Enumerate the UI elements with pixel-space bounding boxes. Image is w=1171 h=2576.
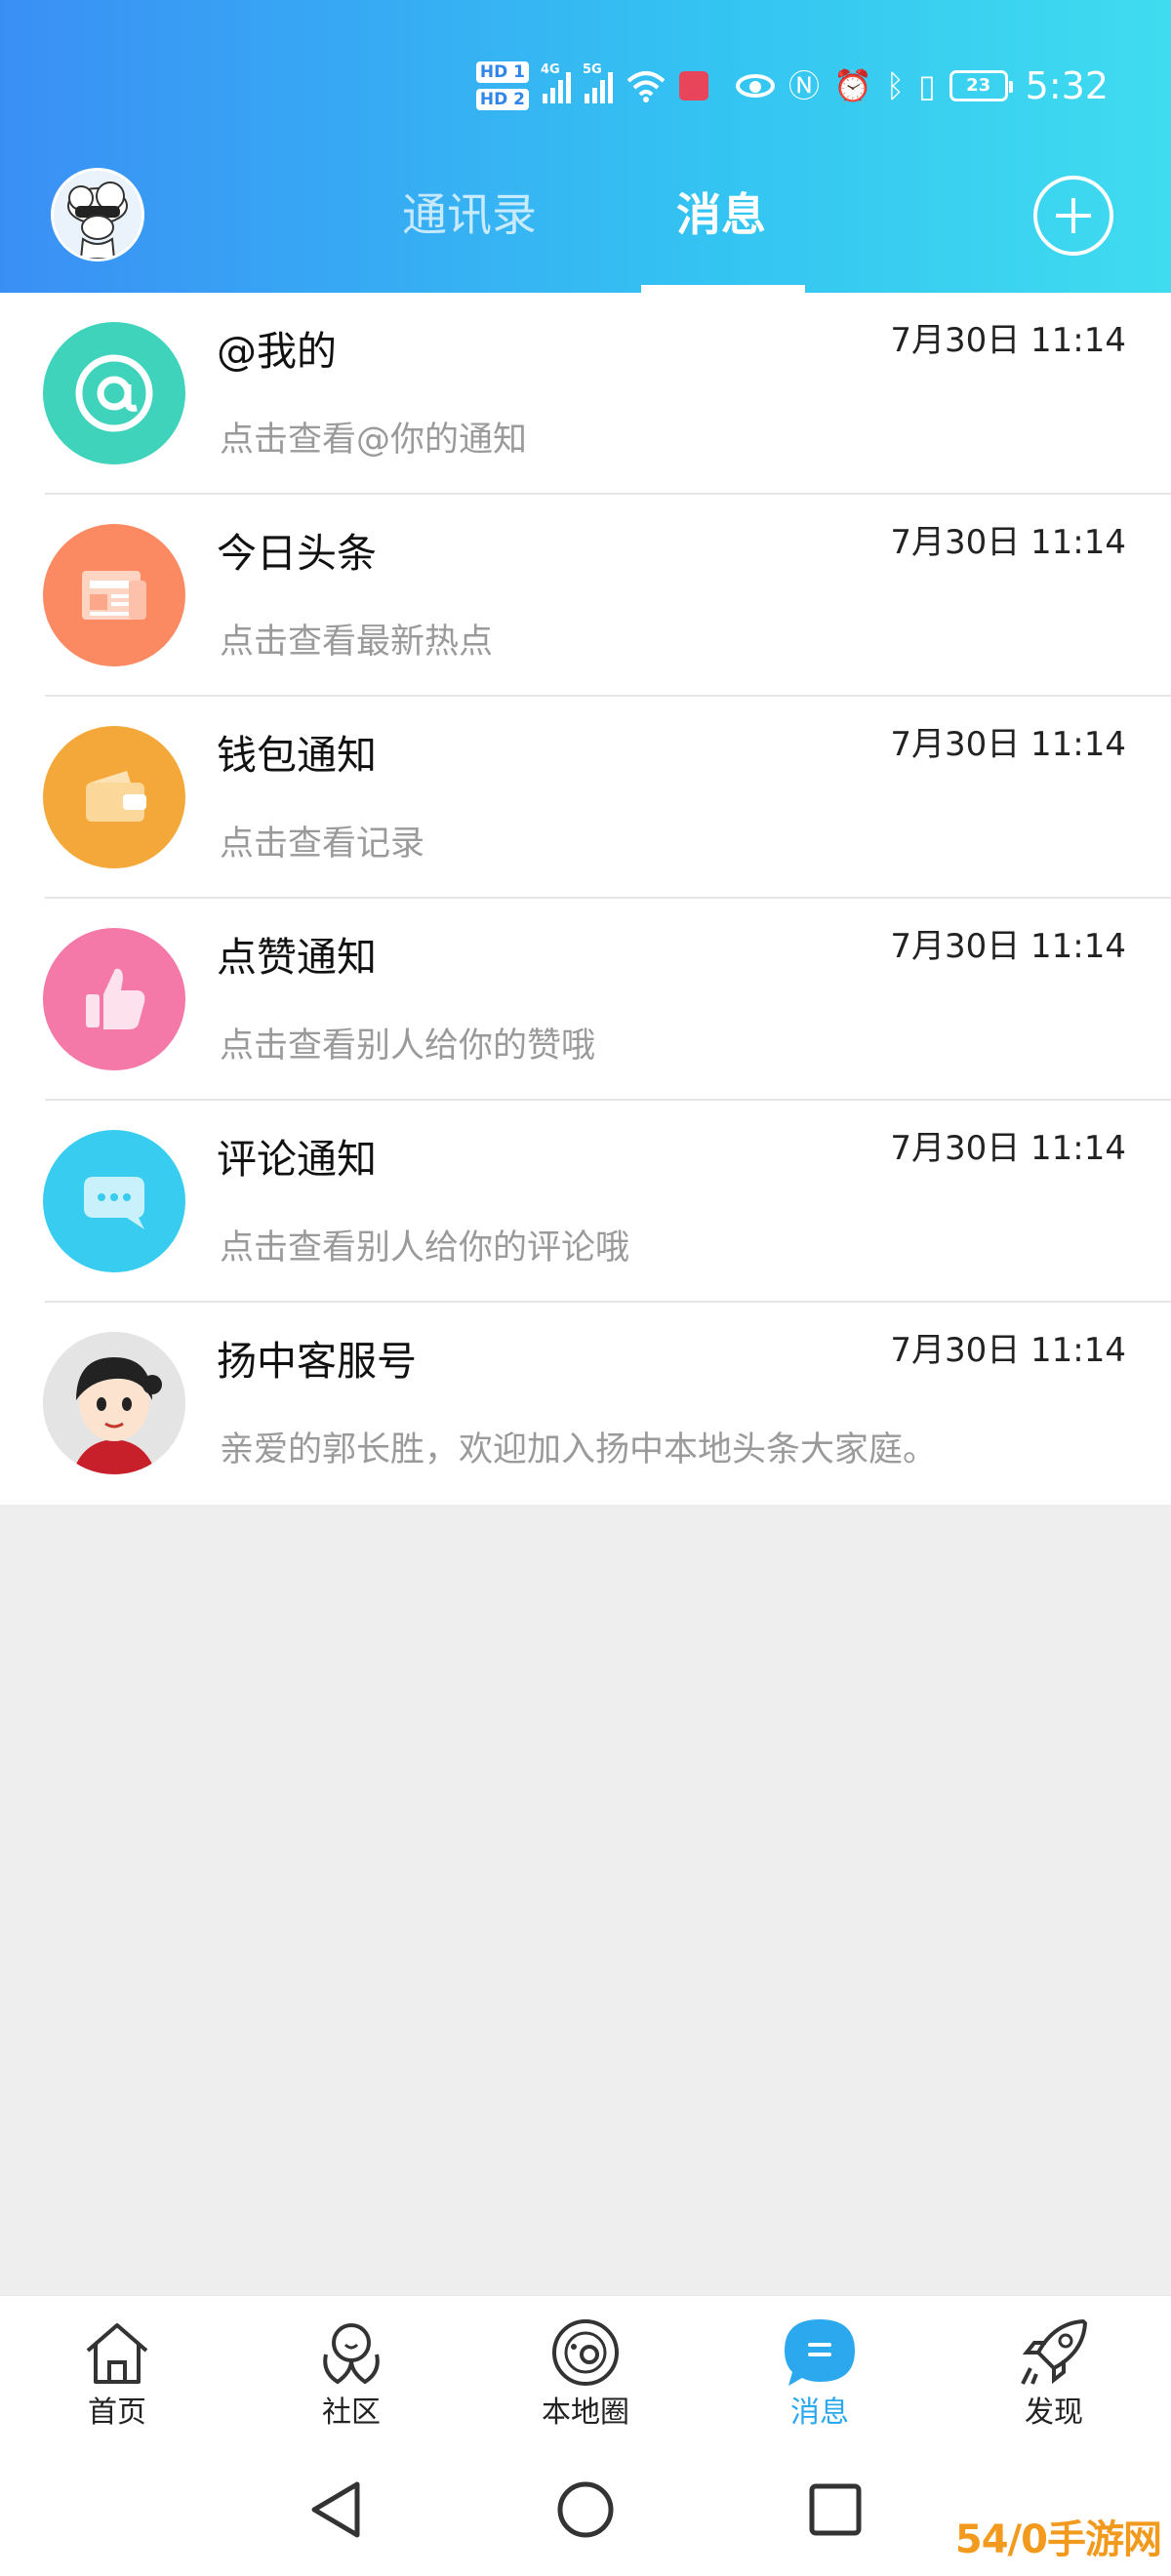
network-type-1: 4G xyxy=(540,62,560,77)
nav-item-messages[interactable]: 消息 xyxy=(751,2314,888,2440)
alarm-icon: ⏰ xyxy=(833,67,872,104)
customer-service-avatar xyxy=(43,1332,185,1474)
message-row-comments[interactable]: 评论通知 7月30日 11:14 点击查看别人给你的评论哦 xyxy=(0,1101,1171,1303)
message-row-likes[interactable]: 点赞通知 7月30日 11:14 点击查看别人给你的赞哦 xyxy=(0,899,1171,1101)
app-header: HD 1 HD 2 4G 5G Ⓝ ⏰ ᛒ ▯ 23 5:32 通讯录 消息 xyxy=(0,0,1171,293)
nav-label: 社区 xyxy=(322,2395,381,2430)
message-list: @我的 7月30日 11:14 点击查看@你的通知 今日头条 7月30日 11:… xyxy=(0,293,1171,1505)
home-icon xyxy=(86,2323,148,2384)
nav-item-local-circle[interactable]: 本地圈 xyxy=(517,2314,654,2440)
message-subtitle: 点击查看别人给你的赞哦 xyxy=(220,1026,596,1066)
message-subtitle: 点击查看@你的通知 xyxy=(220,421,528,460)
message-subtitle: 点击查看最新热点 xyxy=(220,623,494,662)
nav-label: 消息 xyxy=(790,2395,849,2430)
message-subtitle: 点击查看别人给你的评论哦 xyxy=(220,1228,630,1268)
book-app-icon xyxy=(678,71,708,101)
bluetooth-icon: ᛒ xyxy=(885,67,906,104)
bottom-nav: 首页 社区 本地圈 消息 发现 xyxy=(0,2295,1171,2444)
signal-icon-2: 5G xyxy=(583,62,613,103)
user-avatar[interactable] xyxy=(51,168,144,262)
message-row-customer-service[interactable]: 扬中客服号 7月30日 11:14 亲爱的郭长胜，欢迎加入扬中本地头条大家庭。 xyxy=(0,1303,1171,1505)
nfc-icon: Ⓝ xyxy=(787,67,820,104)
wallet-icon xyxy=(43,726,185,868)
recents-icon[interactable] xyxy=(808,2482,863,2537)
message-title: @我的 xyxy=(217,328,337,375)
message-title: 钱包通知 xyxy=(217,732,377,779)
battery-icon: 23 xyxy=(949,70,1013,101)
rocket-icon xyxy=(1021,2319,1087,2385)
message-row-wallet[interactable]: 钱包通知 7月30日 11:14 点击查看记录 xyxy=(0,697,1171,899)
message-time: 7月30日 11:14 xyxy=(890,1129,1126,1168)
nav-label: 首页 xyxy=(88,2395,146,2430)
message-icon xyxy=(785,2319,855,2386)
message-row-mentions[interactable]: @我的 7月30日 11:14 点击查看@你的通知 xyxy=(0,293,1171,495)
tab-messages[interactable]: 消息 xyxy=(676,185,766,244)
status-bar: HD 1 HD 2 4G 5G Ⓝ ⏰ ᛒ ▯ 23 5:32 xyxy=(0,0,1171,166)
message-subtitle: 点击查看记录 xyxy=(220,825,425,864)
active-tab-indicator xyxy=(641,285,805,293)
message-title: 点赞通知 xyxy=(217,934,377,981)
clock: 5:32 xyxy=(1025,64,1109,107)
back-icon[interactable] xyxy=(308,2480,363,2539)
message-time: 7月30日 11:14 xyxy=(890,523,1126,562)
tab-contacts[interactable]: 通讯录 xyxy=(402,185,537,244)
eye-comfort-icon xyxy=(735,74,775,98)
watermark-logo: 54/0手游网 xyxy=(954,2517,1162,2562)
vibrate-icon: ▯ xyxy=(918,67,936,104)
sim-indicators: HD 1 HD 2 xyxy=(475,61,529,110)
community-icon xyxy=(323,2323,380,2385)
message-time: 7月30日 11:14 xyxy=(890,1331,1126,1370)
status-icons: HD 1 HD 2 4G 5G Ⓝ ⏰ ᛒ ▯ 23 5:32 xyxy=(475,57,1109,115)
system-navigation-bar: 54/0手游网 xyxy=(0,2443,1171,2576)
message-title: 评论通知 xyxy=(217,1136,377,1183)
message-time: 7月30日 11:14 xyxy=(890,321,1126,360)
message-row-headlines[interactable]: 今日头条 7月30日 11:14 点击查看最新热点 xyxy=(0,495,1171,697)
newspaper-icon xyxy=(43,524,185,666)
comment-bubble-icon xyxy=(43,1130,185,1272)
network-type-2: 5G xyxy=(582,62,602,77)
planet-icon xyxy=(552,2319,619,2386)
signal-icon-1: 4G xyxy=(541,62,571,103)
message-title: 今日头条 xyxy=(217,530,377,577)
cloud-avatar-icon xyxy=(67,181,128,259)
sim1-label: HD 1 xyxy=(475,61,529,83)
nav-label: 发现 xyxy=(1025,2395,1083,2430)
nav-item-discover[interactable]: 发现 xyxy=(986,2314,1122,2440)
message-time: 7月30日 11:14 xyxy=(890,927,1126,966)
sim2-label: HD 2 xyxy=(475,89,529,110)
add-button[interactable] xyxy=(1033,176,1113,256)
nav-item-home[interactable]: 首页 xyxy=(49,2314,185,2440)
home-circle-icon[interactable] xyxy=(556,2480,615,2539)
thumbs-up-icon xyxy=(43,928,185,1070)
wifi-icon xyxy=(626,71,666,102)
nav-label: 本地圈 xyxy=(542,2395,629,2430)
message-time: 7月30日 11:14 xyxy=(890,725,1126,764)
message-subtitle: 亲爱的郭长胜，欢迎加入扬中本地头条大家庭。 xyxy=(220,1430,938,1469)
nav-item-community[interactable]: 社区 xyxy=(283,2314,420,2440)
at-icon xyxy=(43,322,185,464)
message-title: 扬中客服号 xyxy=(217,1338,417,1385)
